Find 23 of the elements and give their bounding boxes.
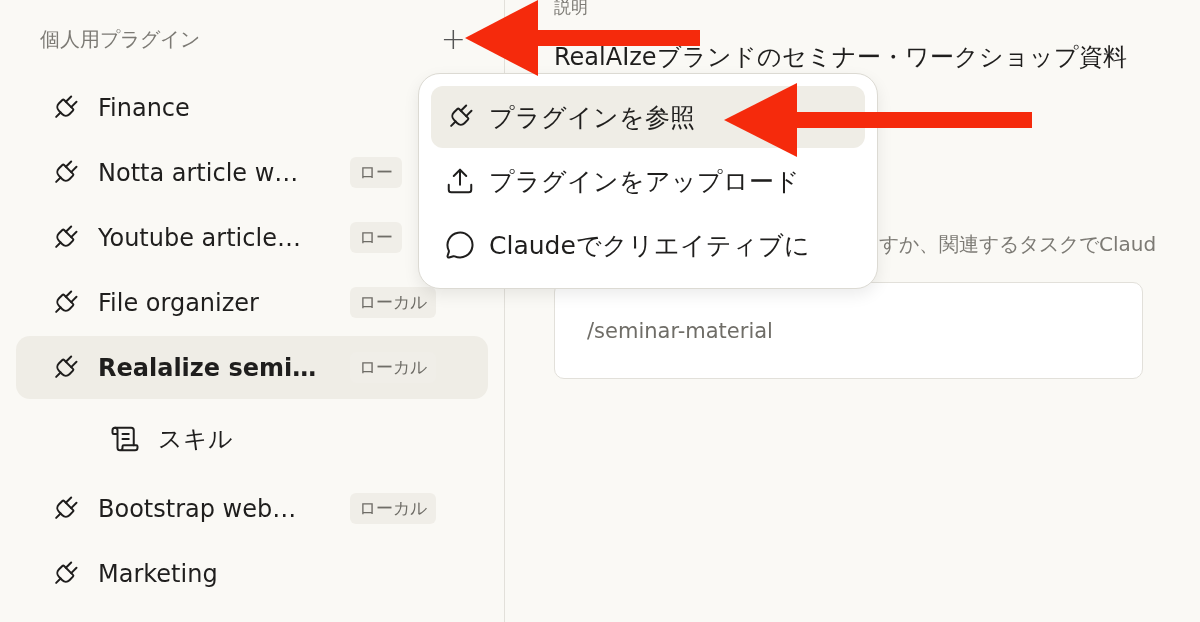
local-tag: ロー [350, 222, 402, 253]
plugin-item[interactable]: Marketing [16, 542, 488, 605]
local-tag: ロー [350, 157, 402, 188]
upload-icon [445, 166, 475, 196]
scroll-icon [110, 424, 140, 454]
plugin-item[interactable]: Realalize semi… ローカル [16, 336, 488, 399]
chat-bubble-icon [445, 230, 475, 260]
local-tag: ローカル [350, 287, 436, 318]
hint-text: すか、関連するタスクでClaud [879, 231, 1158, 258]
skill-link[interactable]: スキル [158, 423, 233, 455]
description-text: RealAIzeブランドのセミナー・ワークショップ資料 [554, 42, 1128, 73]
plugin-name: Notta article w… [98, 158, 300, 187]
section-title: 個人用プラグイン [40, 25, 200, 53]
plugin-item[interactable]: Bootstrap web… ローカル [16, 477, 488, 540]
plugin-name: Youtube article… [98, 223, 302, 252]
plugin-name: Realalize semi… [98, 353, 318, 382]
plugin-name: Finance [98, 93, 191, 122]
command-field[interactable]: /seminar-material [554, 282, 1143, 379]
plugin-name: File organizer [98, 288, 260, 317]
add-button[interactable]: + [436, 24, 470, 54]
local-tag: ローカル [350, 493, 436, 524]
plugin-name: Marketing [98, 559, 219, 588]
plugin-name: Bootstrap web… [98, 494, 298, 523]
